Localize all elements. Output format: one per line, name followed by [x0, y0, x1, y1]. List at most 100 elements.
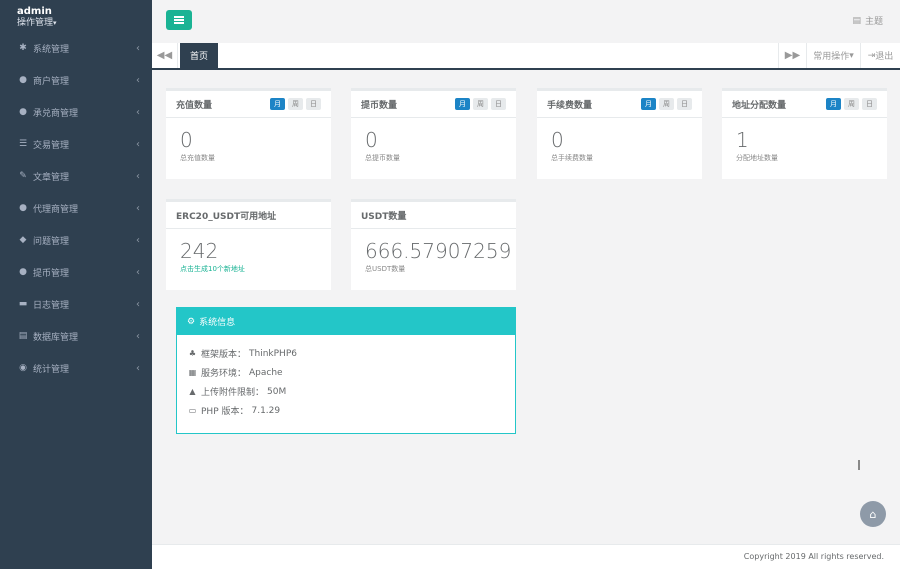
period-day-button[interactable]: 日: [677, 98, 692, 110]
stat-card-recharge: 充值数量 月 周 日 0 总充值数量: [166, 88, 331, 179]
card-title: 手续费数量: [547, 100, 593, 111]
sidebar-item-withdraw[interactable]: ● 提币管理 ‹: [0, 260, 152, 284]
sidebar-item-label: 统计管理: [33, 364, 70, 375]
sidebar-item-label: 系统管理: [33, 44, 70, 55]
system-info-label: 上传附件限制：: [201, 388, 265, 398]
user-icon: ●: [19, 267, 27, 277]
period-week-button[interactable]: 周: [473, 98, 488, 110]
card-title: ERC20_USDT可用地址: [176, 211, 277, 222]
gear-icon: ✱: [19, 43, 27, 53]
user-icon: ●: [19, 75, 27, 85]
tab-home[interactable]: 首页: [180, 43, 218, 68]
sidebar-item-statistics[interactable]: ◉ 统计管理 ‹: [0, 356, 152, 380]
system-info-value: Apache: [249, 367, 283, 378]
chevron-left-icon: ‹: [136, 298, 140, 310]
period-week-button[interactable]: 周: [659, 98, 674, 110]
tab-home-label: 首页: [189, 52, 208, 62]
sidebar-item-label: 问题管理: [33, 236, 70, 247]
card-value: 0: [365, 128, 378, 152]
system-info-row: ▦ 服务环境： Apache: [187, 366, 283, 380]
card-title: 提币数量: [361, 100, 398, 111]
footer: Copyright 2019 All rights reserved.: [152, 544, 900, 569]
sidebar-item-label: 承兑商管理: [33, 108, 79, 119]
system-info-header: ⚙ 系统信息: [177, 308, 515, 335]
sidebar-item-system[interactable]: ✱ 系统管理 ‹: [0, 36, 152, 60]
chevron-left-icon: ‹: [136, 74, 140, 86]
card-value: 666.57907259: [365, 239, 512, 263]
period-month-button[interactable]: 月: [641, 98, 656, 110]
tab-scroll-left-button[interactable]: ◀◀: [152, 43, 178, 68]
sidebar-item-question[interactable]: ◆ 问题管理 ‹: [0, 228, 152, 252]
logout-button[interactable]: ⇥ 退出: [860, 43, 900, 68]
sidebar-item-merchant[interactable]: ● 商户管理 ‹: [0, 68, 152, 92]
stat-card-address-allocation: 地址分配数量 月 周 日 1 分配地址数量: [722, 88, 887, 179]
tasks-icon: ▤: [852, 15, 861, 26]
user-icon: ●: [19, 203, 27, 213]
caret-down-icon: ▾: [849, 50, 854, 61]
chevron-left-icon: ‹: [136, 170, 140, 182]
credit-card-icon: ▭: [188, 406, 197, 415]
comment-icon: ◆: [19, 235, 27, 245]
stat-card-usdt: USDT数量 666.57907259 总USDT数量: [351, 199, 516, 290]
theme-button[interactable]: ▤ 主题: [852, 14, 883, 28]
tab-bar: ◀◀ 首页 ▶▶ 常用操作 ▾ ⇥ 退出: [152, 43, 900, 70]
sidebar-item-acceptor[interactable]: ● 承兑商管理 ‹: [0, 100, 152, 124]
chevron-left-icon: ‹: [136, 330, 140, 342]
system-info-label: 框架版本：: [201, 350, 247, 360]
user-role-label: 操作管理: [17, 18, 54, 28]
generate-address-link[interactable]: 点击生成10个新地址: [166, 264, 331, 274]
edit-icon: ✎: [19, 171, 27, 181]
chart-icon: ◉: [19, 363, 27, 373]
forward-icon: ▶▶: [784, 50, 801, 61]
period-day-button[interactable]: 日: [491, 98, 506, 110]
system-info-title: 系统信息: [199, 318, 236, 328]
chevron-left-icon: ‹: [136, 202, 140, 214]
tab-scroll-right-button[interactable]: ▶▶: [778, 43, 806, 68]
system-info-value: 50M: [267, 386, 287, 397]
card-subtitle: 总充值数量: [180, 154, 215, 162]
common-ops-dropdown[interactable]: 常用操作 ▾: [806, 43, 860, 68]
sidebar-item-label: 代理商管理: [33, 204, 79, 215]
chevron-left-icon: ‹: [136, 138, 140, 150]
system-info-value: ThinkPHP6: [249, 348, 297, 359]
sidebar-item-label: 提币管理: [33, 268, 70, 279]
top-header: ▤ 主题: [152, 0, 900, 40]
card-subtitle: 总手续费数量: [551, 154, 593, 162]
sidebar-item-article[interactable]: ✎ 文章管理 ‹: [0, 164, 152, 188]
period-month-button[interactable]: 月: [826, 98, 841, 110]
card-value: 242: [180, 239, 219, 263]
user-name: admin: [17, 6, 52, 17]
copyright-text: Copyright 2019 All rights reserved.: [743, 552, 884, 561]
system-info-label: 服务环境：: [201, 369, 247, 379]
sidebar-item-agent[interactable]: ● 代理商管理 ‹: [0, 196, 152, 220]
menu-toggle-button[interactable]: [166, 10, 192, 30]
period-week-button[interactable]: 周: [844, 98, 859, 110]
card-subtitle: 总USDT数量: [365, 265, 406, 273]
system-info-row: ▲ 上传附件限制： 50M: [187, 385, 287, 399]
sidebar-item-database[interactable]: ▤ 数据库管理 ‹: [0, 324, 152, 348]
home-icon: ⌂: [869, 507, 877, 521]
database-icon: ▤: [18, 331, 28, 341]
sidebar-item-label: 交易管理: [33, 140, 70, 151]
user-role-dropdown[interactable]: 操作管理▾: [17, 17, 152, 29]
user-icon: ●: [19, 107, 27, 117]
chevron-left-icon: ‹: [136, 106, 140, 118]
chevron-left-icon: ‹: [136, 266, 140, 278]
stat-card-fee: 手续费数量 月 周 日 0 总手续费数量: [537, 88, 702, 179]
stat-card-withdraw: 提币数量 月 周 日 0 总提币数量: [351, 88, 516, 179]
sidebar-item-trade[interactable]: ☰ 交易管理 ‹: [0, 132, 152, 156]
sidebar: admin 操作管理▾ ✱ 系统管理 ‹ ● 商户管理 ‹ ● 承兑商管理 ‹ …: [0, 0, 152, 569]
user-profile: admin 操作管理▾: [0, 0, 152, 36]
card-subtitle: 总提币数量: [365, 154, 400, 162]
period-month-button[interactable]: 月: [270, 98, 285, 110]
back-to-top-button[interactable]: ⌂: [860, 501, 886, 527]
sidebar-item-log[interactable]: ▬ 日志管理 ‹: [0, 292, 152, 316]
period-day-button[interactable]: 日: [862, 98, 877, 110]
period-month-button[interactable]: 月: [455, 98, 470, 110]
card-subtitle: 分配地址数量: [736, 154, 778, 162]
period-day-button[interactable]: 日: [306, 98, 321, 110]
sitemap-icon: ♣: [188, 349, 197, 358]
period-week-button[interactable]: 周: [288, 98, 303, 110]
card-title: 充值数量: [176, 100, 213, 111]
chevron-left-icon: ‹: [136, 234, 140, 246]
